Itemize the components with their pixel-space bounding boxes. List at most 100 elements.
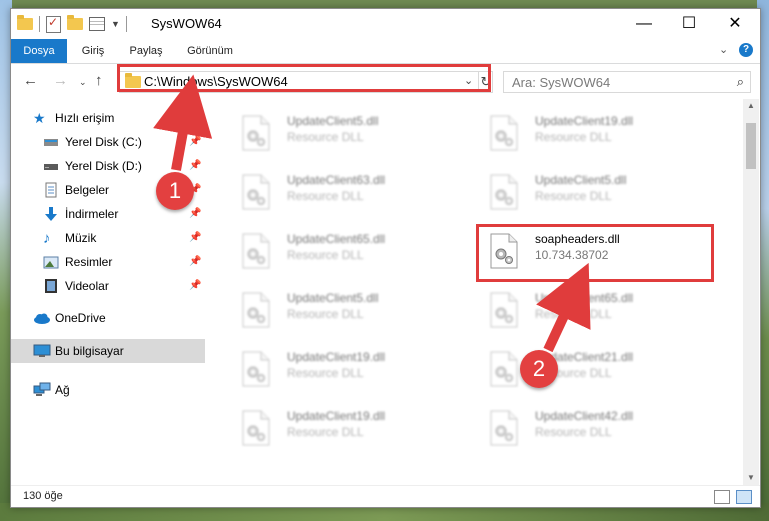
scroll-up-icon[interactable]: ▲ (743, 99, 759, 113)
dll-file-icon (241, 115, 271, 151)
pin-icon[interactable]: 📌 (189, 256, 201, 267)
expand-ribbon-icon[interactable]: ⌄ (719, 43, 728, 56)
help-icon[interactable]: ? (739, 43, 753, 57)
file-name: UpdateClient5.dll (287, 291, 379, 305)
file-name: UpdateClient65.dll (535, 291, 634, 305)
folder-icon[interactable] (17, 15, 33, 30)
computer-icon (33, 343, 51, 359)
back-arrow-icon[interactable]: ← (23, 72, 38, 89)
file-item[interactable]: UpdateClient5.dll Resource DLL (465, 168, 695, 216)
close-button[interactable]: ✕ (712, 9, 758, 39)
dll-file-icon (241, 233, 271, 269)
file-item[interactable]: UpdateClient19.dll Resource DLL (465, 109, 695, 157)
pin-icon[interactable]: 📌 (189, 208, 201, 219)
navigation-pane: ★ Hızlı erişim Yerel Disk (C:) 📌 Yerel D… (11, 99, 205, 479)
file-item[interactable]: UpdateClient19.dll Resource DLL (217, 345, 447, 393)
search-placeholder: Ara: SysWOW64 (512, 75, 611, 90)
forward-arrow-icon[interactable]: → (53, 72, 68, 89)
scrollbar-thumb[interactable] (746, 123, 756, 169)
file-description: Resource DLL (535, 189, 612, 203)
dll-file-icon (241, 351, 271, 387)
file-highlight-box (476, 224, 714, 282)
sidebar-item-music[interactable]: ♪ Müzik 📌 (11, 227, 205, 249)
pin-icon[interactable]: 📌 (189, 136, 201, 147)
pin-icon[interactable]: 📌 (189, 280, 201, 291)
tab-file[interactable]: Dosya (11, 39, 67, 63)
address-highlight-box (117, 64, 491, 92)
sidebar-item-this-pc[interactable]: Bu bilgisayar (11, 339, 205, 363)
large-icons-view-icon[interactable] (736, 490, 752, 504)
search-icon[interactable]: ⌕ (737, 74, 744, 90)
file-item[interactable]: UpdateClient65.dll Resource DLL (465, 286, 695, 334)
vertical-scrollbar[interactable]: ▲ ▼ (743, 99, 759, 485)
tab-home[interactable]: Giriş (71, 39, 115, 63)
file-name: UpdateClient19.dll (287, 409, 386, 423)
sidebar-item-label: OneDrive (55, 311, 106, 325)
item-count: 130 öğe (23, 490, 63, 502)
minimize-button[interactable]: — (621, 9, 667, 39)
file-item[interactable]: UpdateClient19.dll Resource DLL (217, 404, 447, 452)
file-name: UpdateClient5.dll (287, 114, 379, 128)
pin-icon[interactable]: 📌 (189, 232, 201, 243)
file-item[interactable]: UpdateClient21.dll Resource DLL (465, 345, 695, 393)
recent-locations-icon[interactable]: ⌄ (79, 77, 87, 88)
tab-view[interactable]: Görünüm (179, 39, 241, 63)
file-item[interactable]: UpdateClient5.dll Resource DLL (217, 286, 447, 334)
sidebar-item-quick-access[interactable]: ★ Hızlı erişim (11, 107, 205, 129)
dll-file-icon (489, 174, 519, 210)
network-icon (33, 382, 51, 398)
toolbar-divider (125, 16, 127, 32)
properties-check-icon[interactable] (46, 15, 61, 33)
sidebar-item-label: Hızlı erişim (55, 111, 115, 125)
up-arrow-icon[interactable]: ↑ (95, 72, 103, 89)
sidebar-item-label: Yerel Disk (D:) (65, 159, 142, 173)
file-description: Resource DLL (287, 189, 364, 203)
documents-icon (43, 182, 59, 198)
videos-icon (43, 278, 59, 294)
file-item[interactable]: UpdateClient65.dll Resource DLL (217, 227, 447, 275)
sidebar-item-onedrive[interactable]: OneDrive (11, 307, 205, 329)
sidebar-item-local-disk-c[interactable]: Yerel Disk (C:) 📌 (11, 131, 205, 153)
downloads-icon (43, 206, 59, 222)
star-icon: ★ (33, 110, 46, 126)
file-description: Resource DLL (535, 307, 612, 321)
sidebar-item-label: Müzik (65, 231, 97, 245)
sidebar-item-label: Belgeler (65, 183, 110, 197)
view-properties-icon[interactable] (89, 17, 105, 31)
search-input[interactable]: Ara: SysWOW64 ⌕ (503, 71, 751, 93)
sidebar-item-videos[interactable]: Videolar 📌 (11, 275, 205, 297)
music-icon: ♪ (43, 230, 51, 247)
file-list: UpdateClient5.dll Resource DLL UpdateClien… (207, 99, 743, 474)
dll-file-icon (241, 410, 271, 446)
tab-share[interactable]: Paylaş (121, 39, 171, 63)
step-2-badge: 2 (520, 350, 558, 388)
file-description: Resource DLL (287, 307, 364, 321)
file-item[interactable]: UpdateClient63.dll Resource DLL (217, 168, 447, 216)
file-item[interactable]: UpdateClient5.dll Resource DLL (217, 109, 447, 157)
dll-file-icon (489, 410, 519, 446)
file-description: Resource DLL (535, 425, 612, 439)
sidebar-item-label: İndirmeler (65, 207, 119, 221)
dll-file-icon (241, 292, 271, 328)
new-folder-icon[interactable] (67, 15, 83, 30)
file-description: Resource DLL (287, 366, 364, 380)
toolbar-divider (39, 16, 40, 32)
chevron-down-icon[interactable]: ▼ (111, 19, 120, 29)
scroll-down-icon[interactable]: ▼ (743, 471, 759, 485)
file-name: UpdateClient5.dll (535, 173, 627, 187)
file-item[interactable]: UpdateClient42.dll Resource DLL (465, 404, 695, 452)
file-name: UpdateClient19.dll (535, 114, 634, 128)
ribbon-tabs: Dosya Giriş Paylaş Görünüm ⌄ ? (11, 39, 760, 64)
dll-file-icon (489, 351, 519, 387)
details-view-icon[interactable] (714, 490, 730, 504)
title-bar: ▼ SysWOW64 — ☐ ✕ (11, 9, 760, 39)
drive-icon (43, 134, 59, 150)
sidebar-item-pictures[interactable]: Resimler 📌 (11, 251, 205, 273)
sidebar-item-label: Bu bilgisayar (55, 344, 124, 358)
file-name: UpdateClient19.dll (287, 350, 386, 364)
sidebar-item-label: Resimler (65, 255, 113, 269)
maximize-button[interactable]: ☐ (666, 9, 712, 39)
dll-file-icon (241, 174, 271, 210)
pin-icon[interactable]: 📌 (189, 160, 201, 171)
sidebar-item-network[interactable]: Ağ (11, 379, 205, 401)
